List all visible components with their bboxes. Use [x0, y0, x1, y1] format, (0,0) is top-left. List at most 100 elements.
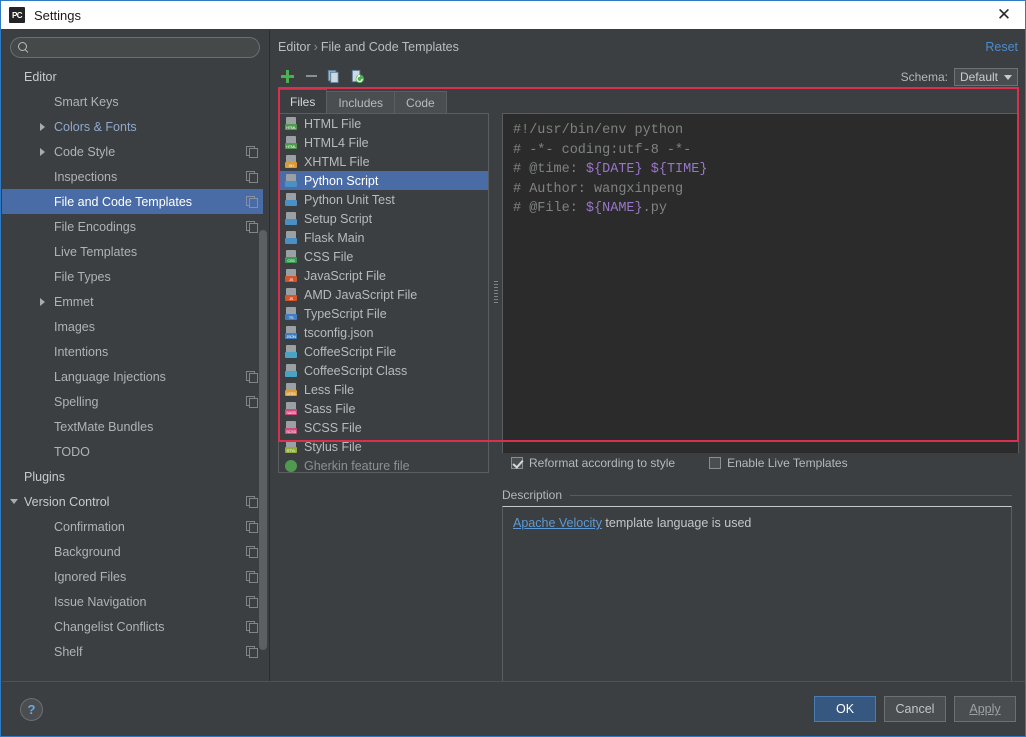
list-item[interactable]: Gherkin feature file [279, 456, 488, 472]
tab-files[interactable]: Files [278, 89, 328, 113]
copy-settings-icon[interactable] [246, 146, 258, 158]
checkbox-enable-live-templates[interactable] [709, 457, 722, 469]
copy-settings-icon[interactable] [246, 396, 258, 408]
sidebar-item-colors-fonts[interactable]: Colors & Fonts [2, 114, 263, 139]
checkbox-reformat-according-to-style[interactable] [511, 457, 523, 469]
close-icon[interactable]: ✕ [981, 1, 1025, 29]
sidebar-item-file-types[interactable]: File Types [2, 264, 263, 289]
sidebar-scrollbar[interactable] [259, 230, 267, 650]
list-item[interactable]: HTML HTML File [279, 114, 488, 133]
list-item[interactable]: Flask Main [279, 228, 488, 247]
list-item[interactable]: Python Script [279, 171, 488, 190]
copy-settings-icon[interactable] [246, 546, 258, 558]
settings-content: Editor › File and Code Templates Reset S… [271, 30, 1025, 690]
sidebar-item-live-templates[interactable]: Live Templates [2, 239, 263, 264]
search-input[interactable] [30, 40, 259, 55]
sidebar-item-spelling[interactable]: Spelling [2, 389, 263, 414]
copy-settings-icon[interactable] [246, 596, 258, 608]
template-editor[interactable]: #!/usr/bin/env python # -*- coding:utf-8 … [502, 113, 1019, 473]
chevron-down-icon[interactable] [10, 499, 18, 504]
copy-settings-icon[interactable] [246, 221, 258, 233]
ok-button[interactable]: OK [814, 696, 876, 722]
sidebar-item-textmate-bundles[interactable]: TextMate Bundles [2, 414, 263, 439]
reset-template-button[interactable] [347, 66, 367, 86]
sidebar-item-label: Intentions [54, 344, 109, 359]
sidebar-item-label: File Encodings [54, 219, 136, 234]
list-item[interactable]: XH XHTML File [279, 152, 488, 171]
minus-icon [305, 75, 317, 77]
cancel-button[interactable]: Cancel [884, 696, 946, 722]
list-item[interactable]: SCSS SCSS File [279, 418, 488, 437]
search-box[interactable] [10, 37, 260, 58]
list-item-label: CoffeeScript File [304, 344, 397, 359]
breadcrumb-root[interactable]: Editor [278, 40, 311, 54]
list-item[interactable]: HTML HTML4 File [279, 133, 488, 152]
list-item[interactable]: CSS CSS File [279, 247, 488, 266]
tab-includes[interactable]: Includes [326, 91, 396, 113]
list-item[interactable]: LESS Less File [279, 380, 488, 399]
remove-template-button[interactable] [301, 66, 321, 86]
list-item[interactable]: JSON tsconfig.json [279, 323, 488, 342]
sidebar-item-label: TODO [54, 444, 90, 459]
list-item[interactable]: Python Unit Test [279, 190, 488, 209]
sidebar-item-version-control[interactable]: Version Control [2, 489, 263, 514]
copy-settings-icon[interactable] [246, 196, 258, 208]
copy-settings-icon[interactable] [246, 171, 258, 183]
description-text: Apache Velocity template language is use… [513, 516, 1001, 530]
copy-settings-icon[interactable] [246, 521, 258, 533]
schema-dropdown[interactable]: Default [953, 68, 1018, 86]
sidebar-item-label: Spelling [54, 394, 99, 409]
sidebar-item-shelf[interactable]: Shelf [2, 639, 263, 664]
less-file-icon: LESS [285, 383, 298, 396]
help-button[interactable]: ? [20, 698, 43, 721]
sidebar-item-confirmation[interactable]: Confirmation [2, 514, 263, 539]
sidebar-item-emmet[interactable]: Emmet [2, 289, 263, 314]
sidebar-item-smart-keys[interactable]: Smart Keys [2, 89, 263, 114]
sidebar-item-issue-navigation[interactable]: Issue Navigation [2, 589, 263, 614]
sidebar-item-file-and-code-templates[interactable]: File and Code Templates [2, 189, 263, 214]
list-item[interactable]: SASS Sass File [279, 399, 488, 418]
sidebar-item-todo[interactable]: TODO [2, 439, 263, 464]
list-item[interactable]: CoffeeScript Class [279, 361, 488, 380]
copy-settings-icon[interactable] [246, 371, 258, 383]
sidebar-item-code-style[interactable]: Code Style [2, 139, 263, 164]
sidebar-item-label: TextMate Bundles [54, 419, 154, 434]
add-template-button[interactable] [277, 66, 297, 86]
copy-settings-icon[interactable] [246, 646, 258, 658]
reset-link[interactable]: Reset [985, 40, 1018, 54]
copy-settings-icon[interactable] [246, 496, 258, 508]
sidebar-item-changelist-conflicts[interactable]: Changelist Conflicts [2, 614, 263, 639]
sidebar-item-intentions[interactable]: Intentions [2, 339, 263, 364]
panel-splitter[interactable] [492, 273, 499, 313]
apache-velocity-link[interactable]: Apache Velocity [513, 516, 602, 530]
copy-template-button[interactable] [323, 66, 343, 86]
chevron-right-icon[interactable] [40, 122, 45, 131]
list-item[interactable]: JS AMD JavaScript File [279, 285, 488, 304]
sidebar-item-background[interactable]: Background [2, 539, 263, 564]
checkbox-label: Enable Live Templates [727, 456, 848, 470]
list-item[interactable]: TS TypeScript File [279, 304, 488, 323]
list-item[interactable]: Setup Script [279, 209, 488, 228]
sidebar-item-plugins[interactable]: Plugins [2, 464, 263, 489]
sidebar-item-label: Editor [24, 69, 57, 84]
list-item[interactable]: JS JavaScript File [279, 266, 488, 285]
sidebar-item-editor[interactable]: Editor [2, 64, 263, 89]
sidebar-item-label: Shelf [54, 644, 83, 659]
chevron-right-icon[interactable] [40, 297, 45, 306]
list-item[interactable]: CoffeeScript File [279, 342, 488, 361]
sidebar-item-file-encodings[interactable]: File Encodings [2, 214, 263, 239]
copy-settings-icon[interactable] [246, 621, 258, 633]
tab-code[interactable]: Code [394, 91, 447, 113]
list-item[interactable]: STYL Stylus File [279, 437, 488, 456]
chevron-right-icon[interactable] [40, 147, 45, 156]
apply-button[interactable]: Apply [954, 696, 1016, 722]
sidebar-item-images[interactable]: Images [2, 314, 263, 339]
copy-icon [327, 69, 339, 83]
sidebar-item-ignored-files[interactable]: Ignored Files [2, 564, 263, 589]
template-file-list[interactable]: HTML HTML File HTML HTML4 File XH XHTML File P… [278, 113, 489, 473]
schema-label: Schema: [900, 70, 948, 84]
description-divider [570, 494, 1012, 496]
sidebar-item-language-injections[interactable]: Language Injections [2, 364, 263, 389]
sidebar-item-inspections[interactable]: Inspections [2, 164, 263, 189]
copy-settings-icon[interactable] [246, 571, 258, 583]
